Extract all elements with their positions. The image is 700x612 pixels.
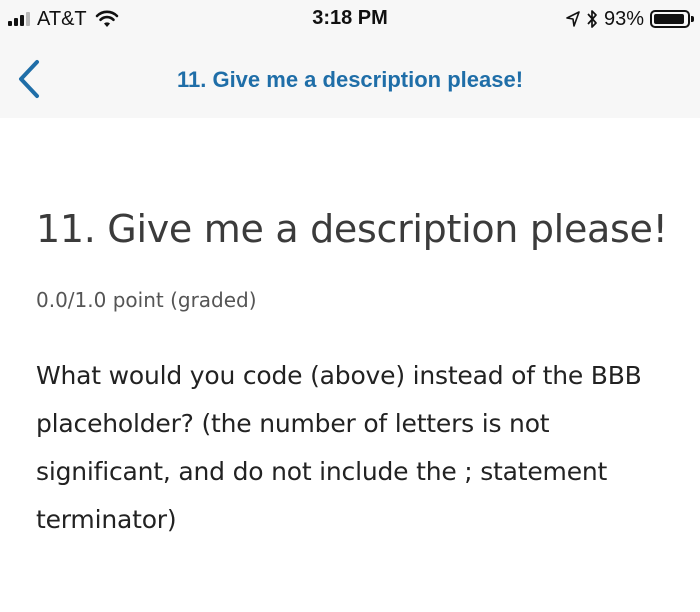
question-content: 11. Give me a description please! 0.0/1.… (36, 200, 676, 544)
nav-title: 11. Give me a description please! (176, 67, 524, 92)
status-bar: AT&T 3:18 PM 93% (0, 0, 700, 40)
status-right: 93% (566, 7, 694, 30)
battery-fill (654, 14, 684, 24)
nav-bar: 11. Give me a description please! (0, 40, 700, 118)
location-icon (566, 11, 580, 27)
page-title: 11. Give me a description please! (36, 207, 668, 251)
battery-percent: 93% (603, 7, 644, 30)
battery-nub (691, 16, 694, 22)
battery-icon (650, 10, 694, 28)
bluetooth-icon (587, 10, 597, 28)
points-label: 0.0/1.0 point (graded) (36, 288, 257, 312)
question-text: What would you code (above) instead of t… (36, 361, 642, 534)
